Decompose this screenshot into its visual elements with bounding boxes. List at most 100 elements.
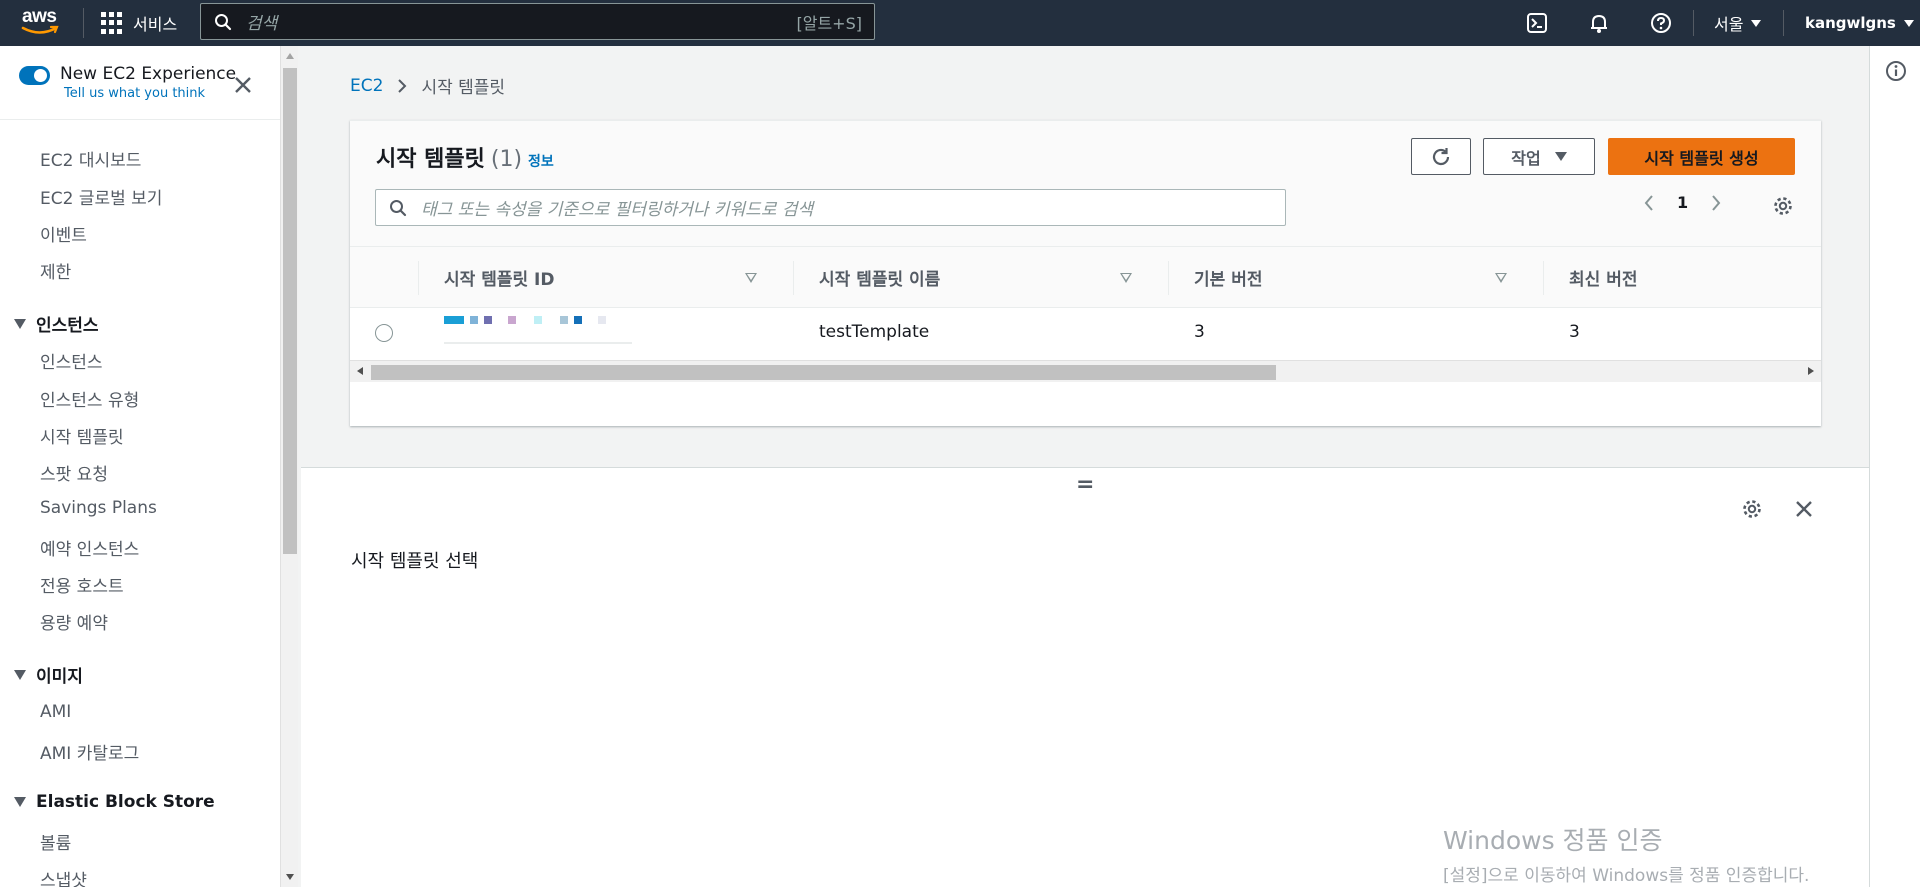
account-menu[interactable]: kangwlgns: [1805, 0, 1914, 46]
sidebar-item-volumes[interactable]: 볼륨: [40, 829, 71, 854]
chevron-left-icon[interactable]: [1643, 194, 1655, 212]
collapse-triangle-icon: [14, 797, 26, 807]
create-launch-template-button[interactable]: 시작 템플릿 생성: [1608, 138, 1795, 175]
new-experience-title: New EC2 Experience: [60, 64, 237, 84]
sidebar-item-spot-requests[interactable]: 스팟 요청: [40, 460, 108, 485]
nav-divider: [1693, 10, 1694, 36]
column-header-template-id[interactable]: 시작 템플릿 ID: [444, 265, 554, 290]
sidebar-section-title: 인스턴스: [36, 316, 99, 336]
latest-version-cell: 3: [1569, 322, 1580, 342]
sidebar-item-launch-templates[interactable]: 시작 템플릿: [40, 423, 124, 448]
column-header-default-version[interactable]: 기본 버전: [1194, 265, 1262, 290]
tools-panel-rail: [1869, 46, 1920, 887]
table-title: 시작 템플릿 (1) 정보: [376, 141, 554, 173]
sidebar-item-instances[interactable]: 인스턴스: [40, 348, 103, 373]
table-count: (1): [490, 147, 523, 172]
region-label: 서울: [1714, 15, 1744, 34]
nav-separator: [83, 8, 84, 38]
filter-placeholder: 태그 또는 속성을 기준으로 필터링하거나 키워드로 검색: [421, 200, 814, 220]
sidebar-item-reserved-instances[interactable]: 예약 인스턴스: [40, 535, 139, 560]
help-icon[interactable]: [1648, 10, 1674, 36]
row-select-radio[interactable]: [375, 324, 393, 342]
region-selector[interactable]: 서울: [1714, 0, 1762, 46]
sort-icon[interactable]: [1495, 273, 1507, 283]
column-header-template-name[interactable]: 시작 템플릿 이름: [819, 265, 940, 290]
cloudshell-icon[interactable]: [1524, 10, 1550, 36]
template-id-redacted[interactable]: [444, 316, 606, 326]
scrollbar-thumb[interactable]: [283, 68, 297, 554]
global-search-input[interactable]: 검색 [알트+S]: [200, 3, 875, 40]
sidebar-item-capacity-reservations[interactable]: 용량 예약: [40, 609, 108, 634]
gear-icon[interactable]: [1741, 498, 1763, 520]
table-row[interactable]: testTemplate 3 3: [350, 308, 1821, 358]
bell-icon[interactable]: [1586, 10, 1612, 36]
table-horizontal-scrollbar[interactable]: [350, 360, 1821, 382]
template-name-cell: testTemplate: [819, 322, 930, 342]
info-link[interactable]: 정보: [528, 151, 554, 171]
sort-icon[interactable]: [1120, 273, 1132, 283]
services-label: 서비스: [133, 15, 178, 34]
aws-logo[interactable]: aws: [20, 6, 64, 38]
search-icon: [215, 13, 232, 30]
close-icon[interactable]: [1794, 499, 1814, 519]
sidebar-item-events[interactable]: 이벤트: [40, 221, 87, 246]
watermark-title: Windows 정품 인증: [1443, 826, 1663, 855]
sidebar-section-ebs[interactable]: Elastic Block Store: [14, 792, 215, 812]
actions-dropdown-button[interactable]: 작업: [1483, 138, 1595, 175]
table-header-area: 시작 템플릿 (1) 정보 작업 시작 템플릿 생성 태그 또는 속성을 기준으…: [350, 121, 1821, 246]
sidebar-item-instance-types[interactable]: 인스턴스 유형: [40, 386, 139, 411]
sidebar-section-instances[interactable]: 인스턴스: [14, 311, 99, 336]
main-content: EC2 시작 템플릿 시작 템플릿 (1) 정보 작업 시작 템플릿 생성 태그…: [301, 46, 1869, 466]
scroll-down-icon[interactable]: [286, 874, 294, 880]
services-menu-button[interactable]: 서비스: [101, 0, 177, 46]
nav-divider: [1783, 10, 1784, 36]
pagination: 1: [1643, 193, 1722, 212]
launch-templates-table: 시작 템플릿 (1) 정보 작업 시작 템플릿 생성 태그 또는 속성을 기준으…: [350, 120, 1821, 426]
actions-label: 작업: [1511, 148, 1541, 168]
new-experience-toggle-group: New EC2 Experience Tell us what you thin…: [19, 64, 236, 101]
current-page[interactable]: 1: [1677, 193, 1688, 212]
table-column-headers: 시작 템플릿 ID 시작 템플릿 이름 기본 버전 최신 버전: [350, 246, 1821, 308]
info-icon[interactable]: [1885, 60, 1907, 82]
sidebar-item-limits[interactable]: 제한: [40, 258, 71, 283]
sidebar-section-title: Elastic Block Store: [36, 792, 215, 812]
username: kangwlgns: [1805, 14, 1896, 32]
sort-icon[interactable]: [745, 273, 757, 283]
sidebar-item-snapshots[interactable]: 스냅샷: [40, 866, 87, 887]
chevron-right-icon[interactable]: [1710, 194, 1722, 212]
close-icon[interactable]: [232, 74, 254, 96]
caret-down-icon: [1554, 152, 1567, 161]
caret-down-icon: [1903, 19, 1914, 27]
scroll-up-icon[interactable]: [286, 53, 294, 59]
sidebar-item-ami-catalog[interactable]: AMI 카탈로그: [40, 739, 139, 764]
refresh-icon: [1432, 147, 1450, 165]
sidebar-item-savings-plans[interactable]: Savings Plans: [40, 498, 157, 518]
template-id-underline: [444, 342, 632, 344]
gear-icon[interactable]: [1772, 195, 1794, 217]
sidebar-item-ami[interactable]: AMI: [40, 702, 71, 722]
refresh-button[interactable]: [1411, 138, 1471, 175]
top-navigation: aws 서비스 검색 [알트+S] 서울 kangwlgns: [0, 0, 1920, 46]
scrollbar-thumb[interactable]: [371, 365, 1276, 380]
sidebar-item-ec2-dashboard[interactable]: EC2 대시보드: [40, 146, 141, 171]
sidebar-scrollbar[interactable]: [280, 46, 298, 887]
sidebar-section-title: 이미지: [36, 667, 83, 687]
chevron-right-icon: [398, 78, 407, 93]
new-experience-toggle[interactable]: [19, 66, 50, 85]
breadcrumb-ec2-link[interactable]: EC2: [350, 76, 383, 96]
filter-search-input[interactable]: 태그 또는 속성을 기준으로 필터링하거나 키워드로 검색: [375, 189, 1286, 226]
collapse-triangle-icon: [14, 669, 26, 680]
column-header-latest-version[interactable]: 최신 버전: [1569, 265, 1637, 290]
column-separator: [1168, 261, 1169, 295]
column-separator: [793, 261, 794, 295]
split-panel-resize-handle[interactable]: =: [1076, 472, 1094, 497]
scroll-left-icon[interactable]: [357, 367, 363, 375]
sidebar-item-ec2-global-view[interactable]: EC2 글로벌 보기: [40, 184, 162, 209]
feedback-link[interactable]: Tell us what you think: [64, 86, 236, 101]
sidebar-section-images[interactable]: 이미지: [14, 662, 83, 687]
search-shortcut: [알트+S]: [796, 13, 863, 33]
split-panel-message: 시작 템플릿 선택: [351, 551, 479, 572]
sidebar-item-dedicated-hosts[interactable]: 전용 호스트: [40, 572, 124, 597]
scroll-right-icon[interactable]: [1808, 367, 1814, 375]
search-icon: [390, 199, 407, 216]
